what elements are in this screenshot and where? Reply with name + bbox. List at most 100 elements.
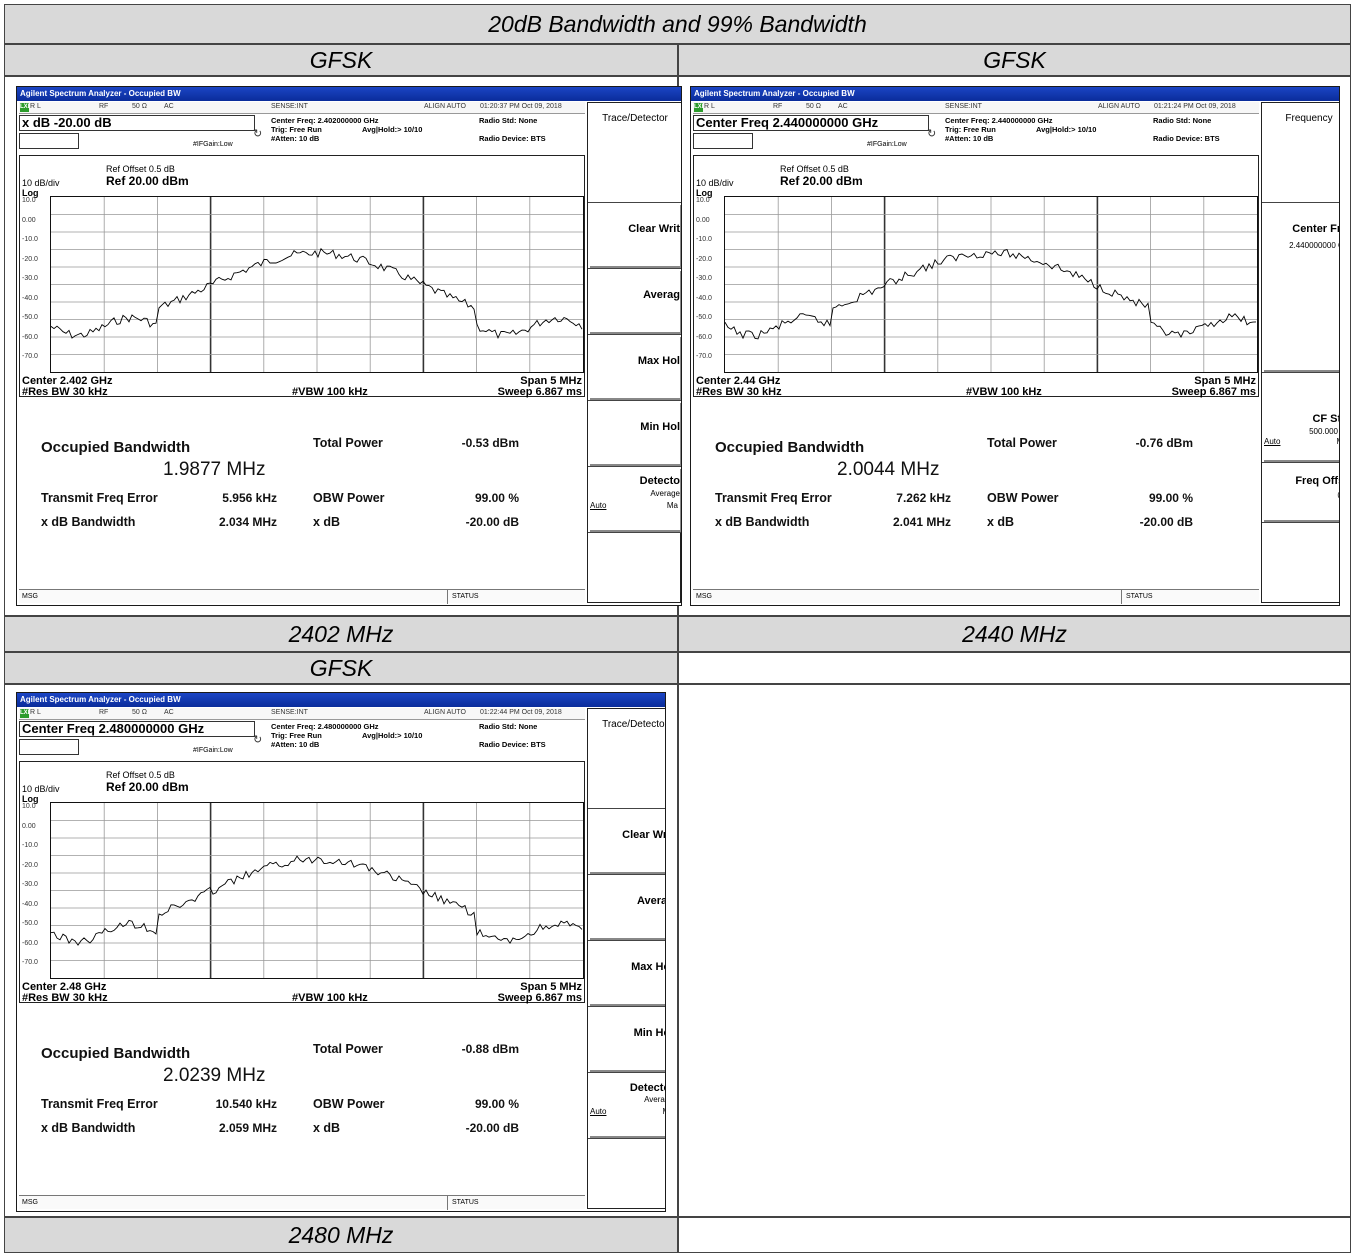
y-tick-label: 10.0 [696,197,710,204]
spectrum-plot [50,802,584,979]
y-tick-label: 0.00 [22,216,36,224]
obw-power-value: 99.00 % [474,491,519,505]
ref-offset: Ref Offset 0.5 dB [780,164,849,174]
ref-level: Ref 20.00 dBm [106,174,189,188]
window-title-bar: Agilent Spectrum Analyzer - Occupied BW [17,693,665,707]
entry-field[interactable] [693,133,753,149]
empty-cell [678,652,1351,684]
xdb-label: x dB [987,515,1015,529]
scale-per-div: 10 dB/div [22,784,60,794]
total-power-value: -0.76 dBm [1135,436,1193,450]
y-tick-label: -10.0 [22,236,38,243]
y-tick-label: -50.0 [696,314,712,321]
ref-offset: Ref Offset 0.5 dB [106,164,175,174]
spectrum-trace [51,855,583,946]
softkey-average[interactable]: Average [588,875,665,941]
xdb-label: x dB [313,515,341,529]
entry-field[interactable] [19,739,79,755]
atten-setting: #Atten: 10 dB [945,134,994,143]
radio-device-setting: Radio Device: BTS [1153,134,1220,143]
atten-setting: #Atten: 10 dB [271,740,320,749]
softkey-center-freq[interactable]: Center Freq2.440000000 GHz [1262,203,1339,373]
y-tick-label: -50.0 [22,314,38,321]
report-title: 20dB Bandwidth and 99% Bandwidth [4,4,1351,44]
instrument-status-bar: LXI R L RF 50 Ω AC SENSE:INT ALIGN AUTO … [19,708,585,720]
instrument-status-bar: LXI R L RF 50 Ω AC SENSE:INT ALIGN AUTO … [693,102,1259,114]
xdb-value: -20.00 dB [465,1121,519,1135]
softkey-max-hold[interactable]: Max Hol [588,335,681,401]
sweep-time: Sweep 6.867 ms [497,386,582,398]
status-box: STATUS [1121,590,1259,604]
y-tick-label: -60.0 [22,333,38,341]
softkey-menu-title: Trace/Detector [588,709,665,809]
xdb-value: -20.00 dB [465,515,519,529]
atten-setting: #Atten: 10 dB [271,134,320,143]
modulation-label-right: GFSK [678,44,1351,76]
softkey-detector[interactable]: Detector▸Average ▸AutoMan [588,1073,665,1139]
obw-power-value: 99.00 % [1148,491,1193,505]
occupied-bandwidth-label: Occupied Bandwidth [41,439,191,456]
timestamp: 01:22:44 PM Oct 09, 2018 [480,709,562,716]
res-bw: #Res BW 30 kHz [22,992,108,1004]
avg-hold-setting: Avg|Hold:> 10/10 [1036,125,1097,134]
spectrum-trace [725,249,1257,340]
active-function-display[interactable]: x dB -20.00 dB [19,115,255,131]
active-function-display[interactable]: Center Freq 2.440000000 GHz [693,115,929,131]
window-title-bar: Agilent Spectrum Analyzer - Occupied BW [691,87,1339,101]
softkey-min-hold[interactable]: Min Hold [588,1007,665,1073]
instrument-status-bar: LXI R L RF 50 Ω AC SENSE:INT ALIGN AUTO … [19,102,585,114]
softkey-clear-write[interactable]: Clear Write [588,809,665,875]
ref-level: Ref 20.00 dBm [106,780,189,794]
res-bw: #Res BW 30 kHz [696,386,782,398]
y-tick-label: 10.0 [22,803,36,810]
y-tick-label: -30.0 [22,881,38,888]
empty-cell-large [678,684,1351,1217]
softkey-cf-step[interactable]: CF Step500.000 kHzAutoMan [1262,373,1339,463]
message-bar: MSG STATUS [19,589,585,604]
frequency-label-2402: 2402 MHz [4,616,678,652]
spectrum-plot [50,196,584,373]
softkey-detector[interactable]: Detecto Average Auto Ma [588,467,681,533]
y-tick-label: -70.0 [22,353,38,360]
avg-hold-setting: Avg|Hold:> 10/10 [362,731,423,740]
obw-power-value: 99.00 % [474,1097,519,1111]
lxi-icon: LXI [20,709,30,718]
transmit-freq-error-value: 7.262 kHz [896,491,951,505]
total-power-label: Total Power [313,1042,383,1056]
total-power-value: -0.88 dBm [461,1042,519,1056]
active-function-display[interactable]: Center Freq 2.480000000 GHz [19,721,255,737]
obw-power-label: OBW Power [313,491,385,505]
y-tick-label: -40.0 [22,294,38,302]
timestamp: 01:21:24 PM Oct 09, 2018 [1154,103,1236,110]
total-power-value: -0.53 dBm [461,436,519,450]
trigger-setting: Trig: Free Run [271,731,322,740]
frequency-label-2440: 2440 MHz [678,616,1351,652]
softkey-average[interactable]: Averag [588,269,681,335]
softkey-menu-title: Trace/Detector [588,103,681,203]
vbw: #VBW 100 kHz [292,386,368,398]
center-freq-setting: Center Freq: 2.402000000 GHz [271,116,379,125]
softkey-freq-offset[interactable]: Freq Offset0 Hz [1262,463,1339,523]
softkey-min-hold[interactable]: Min Hol [588,401,681,467]
xdb-bandwidth-label: x dB Bandwidth [41,515,136,529]
softkey-max-hold[interactable]: Max Hold [588,941,665,1007]
spectrum-trace-svg [51,197,583,372]
y-tick-label: 10.0 [22,197,36,204]
y-tick-label: -20.0 [22,861,38,869]
y-tick-label: 0.00 [22,822,36,830]
radio-device-setting: Radio Device: BTS [479,134,546,143]
y-tick-label: -10.0 [22,842,38,849]
spectrum-analyzer-window: Agilent Spectrum Analyzer - Occupied BW … [690,86,1340,606]
avg-hold-setting: Avg|Hold:> 10/10 [362,125,423,134]
spectrum-trace-svg [51,803,583,978]
total-power-label: Total Power [987,436,1057,450]
entry-field[interactable] [19,133,79,149]
spectrum-trace [51,247,583,340]
radio-std-setting: Radio Std: None [479,722,538,731]
softkey-panel: Frequency Center Freq2.440000000 GHz CF … [1261,102,1339,603]
empty-cell-bottom [678,1217,1351,1253]
spectrum-analyzer-window: Agilent Spectrum Analyzer - Occupied BW … [16,86,682,606]
vbw: #VBW 100 kHz [966,386,1042,398]
softkey-clear-write[interactable]: Clear Writ [588,203,681,269]
total-power-label: Total Power [313,436,383,450]
